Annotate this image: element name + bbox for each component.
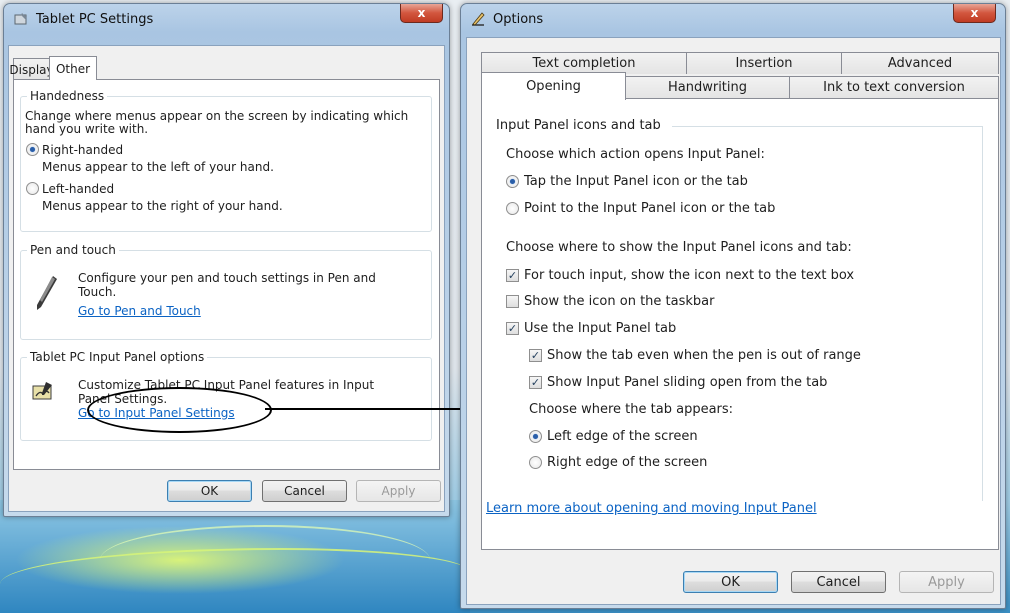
use-tab-checkbox[interactable]: ✓ [506, 322, 519, 335]
tab-handwriting[interactable]: Handwriting [625, 76, 790, 98]
touch-input-checkbox[interactable]: ✓ [506, 269, 519, 282]
group-border [672, 126, 982, 127]
taskbar-icon-checkbox[interactable] [506, 295, 519, 308]
cancel-button[interactable]: Cancel [262, 480, 347, 502]
titlebar[interactable]: Tablet PC Settings [4, 4, 449, 34]
learn-more-link[interactable]: Learn more about opening and moving Inpu… [486, 501, 817, 516]
left-handed-radio[interactable] [26, 182, 39, 195]
tablet-pc-settings-window: Tablet PC Settings x Display Other Hande… [3, 3, 450, 517]
cancel-button[interactable]: Cancel [791, 571, 886, 593]
sliding-open-label[interactable]: Show Input Panel sliding open from the t… [547, 375, 827, 390]
group-title: Pen and touch [27, 243, 119, 257]
go-to-pen-and-touch-link[interactable]: Go to Pen and Touch [78, 304, 201, 318]
right-handed-radio[interactable] [26, 143, 39, 156]
pen-and-touch-group: Pen and touch Configure your pen and tou… [20, 243, 432, 340]
use-tab-label[interactable]: Use the Input Panel tab [524, 321, 676, 336]
ok-button[interactable]: OK [683, 571, 778, 593]
sliding-open-checkbox[interactable]: ✓ [529, 376, 542, 389]
right-edge-radio[interactable] [529, 456, 542, 469]
apply-button[interactable]: Apply [356, 480, 441, 502]
tab-ink-to-text-conversion[interactable]: Ink to text conversion [789, 76, 999, 98]
group-border [982, 126, 983, 501]
pen-icon [31, 273, 61, 313]
tap-icon-radio[interactable] [506, 175, 519, 188]
pen-touch-description: Touch. [78, 285, 117, 299]
tap-icon-label[interactable]: Tap the Input Panel icon or the tab [524, 174, 748, 189]
tab-other[interactable]: Other [49, 56, 97, 80]
handedness-group: Handedness Change where menus appear on … [20, 89, 432, 232]
options-window: Options x Text completion Insertion Adva… [460, 3, 1006, 609]
close-button[interactable]: x [400, 4, 443, 23]
group-title: Handedness [27, 89, 108, 103]
pen-touch-description: Configure your pen and touch settings in… [78, 271, 376, 285]
tab-display[interactable]: Display [9, 58, 54, 80]
left-edge-label[interactable]: Left edge of the screen [547, 429, 698, 444]
group-title: Tablet PC Input Panel options [27, 350, 208, 364]
left-handed-label[interactable]: Left-handed [42, 182, 114, 196]
ok-button[interactable]: OK [167, 480, 252, 502]
handedness-description: Change where menus appear on the screen … [25, 109, 409, 123]
taskbar-icon-label[interactable]: Show the icon on the taskbar [524, 294, 714, 309]
close-button[interactable]: x [953, 4, 996, 23]
right-handed-description: Menus appear to the left of your hand. [42, 160, 274, 174]
tablet-pc-icon [12, 10, 30, 28]
titlebar[interactable]: Options [461, 4, 1005, 34]
tab-text-completion[interactable]: Text completion [481, 52, 687, 74]
action-heading: Choose which action opens Input Panel: [506, 147, 765, 162]
tab-out-of-range-checkbox[interactable]: ✓ [529, 349, 542, 362]
window-title: Options [493, 11, 544, 27]
apply-button[interactable]: Apply [899, 571, 994, 593]
window-title: Tablet PC Settings [36, 11, 154, 27]
tab-panel-opening: Input Panel icons and tab Choose which a… [481, 98, 999, 550]
left-handed-description: Menus appear to the right of your hand. [42, 199, 283, 213]
wallpaper-swoosh [100, 525, 430, 595]
where-heading: Choose where to show the Input Panel ico… [506, 240, 852, 255]
handedness-description: hand you write with. [25, 122, 149, 136]
left-edge-radio[interactable] [529, 430, 542, 443]
dialog-body: Display Other Handedness Change where me… [8, 45, 445, 512]
group-title: Input Panel icons and tab [496, 118, 661, 133]
right-handed-label[interactable]: Right-handed [42, 143, 123, 157]
tab-position-heading: Choose where the tab appears: [529, 402, 734, 417]
point-icon-label[interactable]: Point to the Input Panel icon or the tab [524, 201, 775, 216]
options-icon [469, 10, 487, 28]
callout-ellipse [87, 387, 272, 433]
tab-opening[interactable]: Opening [481, 72, 626, 100]
right-edge-label[interactable]: Right edge of the screen [547, 455, 707, 470]
tab-insertion[interactable]: Insertion [686, 52, 842, 74]
point-icon-radio[interactable] [506, 202, 519, 215]
tab-out-of-range-label[interactable]: Show the tab even when the pen is out of… [547, 348, 861, 363]
tab-advanced[interactable]: Advanced [841, 52, 999, 74]
dialog-body: Text completion Insertion Advanced Openi… [466, 37, 1001, 605]
input-panel-icon [31, 380, 55, 402]
touch-input-label[interactable]: For touch input, show the icon next to t… [524, 268, 854, 283]
